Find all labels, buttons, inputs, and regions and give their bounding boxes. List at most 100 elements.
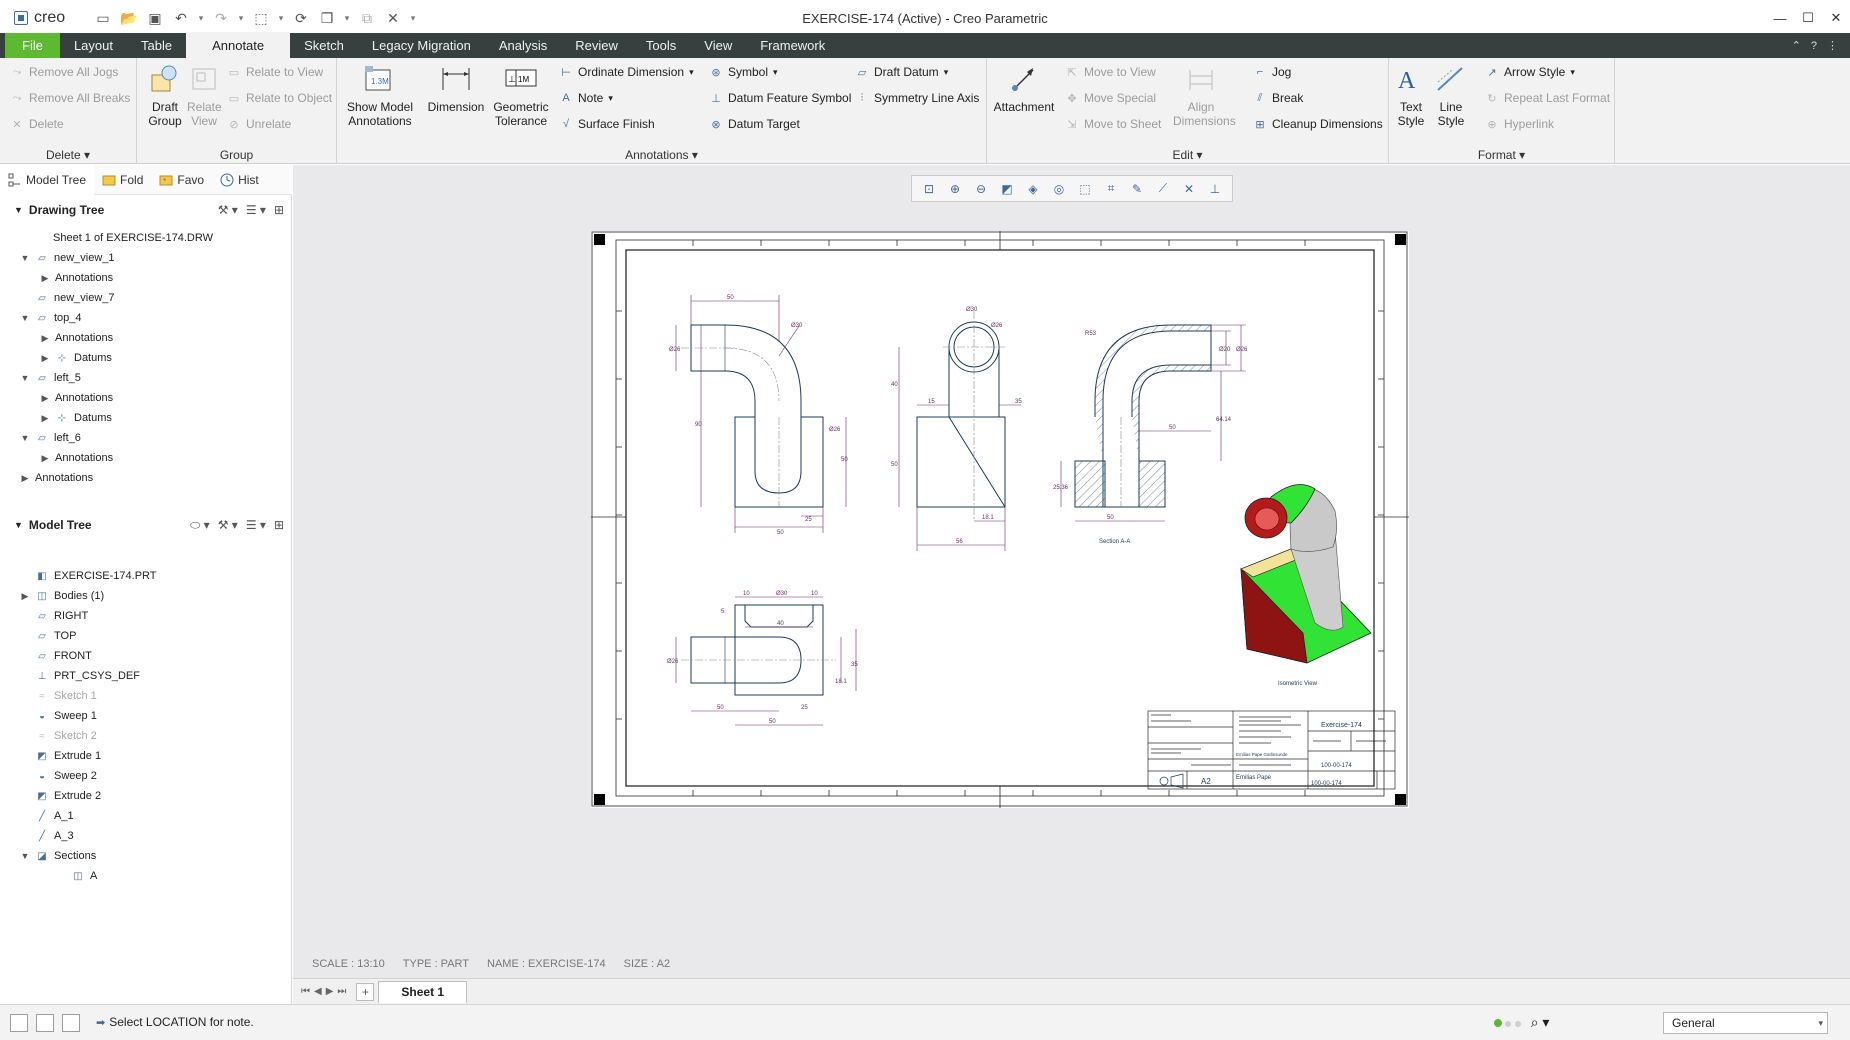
- datum-feature-symbol-button[interactable]: ⊥ Datum Feature Symbol: [709, 89, 851, 107]
- model-tree-item[interactable]: ◫ A: [56, 866, 97, 886]
- toggle-fullscreen-icon[interactable]: [62, 1014, 80, 1032]
- tab-annotate[interactable]: Annotate: [186, 32, 291, 58]
- draft-datum-button[interactable]: ▱ Draft Datum ▾: [855, 63, 948, 81]
- expand-icon[interactable]: ▶: [20, 591, 30, 602]
- help-icon[interactable]: ?: [1811, 40, 1817, 52]
- move-to-sheet-button[interactable]: ⇲ Move to Sheet: [1065, 115, 1161, 133]
- collapse-ribbon-icon[interactable]: ⌃: [1792, 39, 1801, 52]
- expand-icon[interactable]: ▶: [40, 333, 50, 344]
- toggle-browser-icon[interactable]: [36, 1014, 54, 1032]
- first-sheet-icon[interactable]: ⏮: [301, 986, 310, 997]
- model-tree-item[interactable]: ╱ A_1: [20, 806, 74, 826]
- relate-to-object-button[interactable]: ▭ Relate to Object: [227, 89, 332, 107]
- tab-favorites[interactable]: * Favo: [151, 165, 212, 195]
- surface-finish-button[interactable]: √ Surface Finish: [559, 115, 655, 133]
- model-tree-settings-icon[interactable]: ⚒ ▾: [218, 518, 238, 533]
- expand-icon[interactable]: ▶: [40, 353, 50, 364]
- drawing-tree-item[interactable]: ▶ ⊹ Datums: [40, 408, 112, 428]
- expand-icon[interactable]: ▶: [20, 473, 30, 484]
- move-special-button[interactable]: ✥ Move Special: [1065, 89, 1156, 107]
- model-tree-item[interactable]: ⊥ PRT_CSYS_DEF: [20, 666, 140, 686]
- selection-filter[interactable]: General ▾: [1663, 1012, 1828, 1034]
- arrow-style-button[interactable]: ↗ Arrow Style ▾: [1485, 63, 1575, 81]
- annotations-group-label[interactable]: Annotations ▾: [337, 148, 986, 162]
- select-dropdown-icon[interactable]: ▾: [276, 13, 286, 24]
- drawing-tree-item[interactable]: ▶ Annotations: [40, 328, 114, 348]
- undo-dropdown-icon[interactable]: ▾: [196, 13, 206, 24]
- tab-folder-browser[interactable]: Fold: [94, 165, 151, 195]
- drawing-tree-item[interactable]: ▱ new_view_7: [20, 288, 114, 308]
- unrelate-button[interactable]: ⊘ Unrelate: [227, 115, 291, 133]
- point-display-icon[interactable]: ✕: [1180, 180, 1198, 198]
- tab-sketch[interactable]: Sketch: [290, 33, 358, 58]
- tab-framework[interactable]: Framework: [746, 33, 839, 58]
- remove-all-jogs-button[interactable]: ⤳ Remove All Jogs: [10, 63, 119, 81]
- collapse-model-tree-icon[interactable]: ▼: [14, 520, 23, 530]
- model-tree-item[interactable]: ≈ Sketch 1: [20, 686, 97, 706]
- show-model-annotations-button[interactable]: 1.3M Show Model Annotations: [345, 62, 415, 128]
- maximize-icon[interactable]: ☐: [1794, 0, 1822, 36]
- break-button[interactable]: ⫽ Break: [1253, 89, 1304, 107]
- close-window-icon[interactable]: ⧉: [356, 7, 378, 29]
- attachment-button[interactable]: Attachment: [993, 62, 1055, 114]
- refit-icon[interactable]: ⊡: [920, 180, 938, 198]
- find-icon[interactable]: ⌕ ▾: [1531, 1014, 1550, 1031]
- align-dimensions-button[interactable]: Align Dimensions: [1171, 62, 1236, 128]
- save-icon[interactable]: ▣: [144, 7, 166, 29]
- collapse-icon[interactable]: ▼: [20, 851, 30, 861]
- ordinate-dimension-button[interactable]: ⊢ Ordinate Dimension ▾: [559, 63, 693, 81]
- drawing-tree-show-icon[interactable]: ☰ ▾: [246, 203, 266, 217]
- minimize-icon[interactable]: —: [1766, 0, 1794, 36]
- geometric-tolerance-button[interactable]: ⊥ 1M Geometric Tolerance: [489, 62, 553, 128]
- sheet-tab[interactable]: Sheet 1: [378, 980, 468, 1003]
- model-tree-item[interactable]: ╱ A_3: [20, 826, 74, 846]
- tab-review[interactable]: Review: [561, 33, 632, 58]
- next-sheet-icon[interactable]: ▶: [326, 986, 334, 997]
- symbol-button[interactable]: ⊛ Symbol ▾: [709, 63, 777, 81]
- collapse-icon[interactable]: ▼: [20, 253, 30, 263]
- model-tree-item[interactable]: ≈ Sketch 2: [20, 726, 97, 746]
- text-style-button[interactable]: A Text Style: [1389, 62, 1433, 128]
- close-icon[interactable]: ✕: [1822, 0, 1850, 36]
- expand-icon[interactable]: ▶: [40, 413, 50, 424]
- model-tree-item[interactable]: ▱ RIGHT: [20, 606, 88, 626]
- display-style-icon[interactable]: ◈: [1024, 180, 1042, 198]
- collapse-icon[interactable]: ▼: [20, 433, 30, 443]
- toggle-navigator-icon[interactable]: [10, 1014, 28, 1032]
- model-tree-layers-icon[interactable]: ⬭ ▾: [190, 518, 210, 533]
- expand-icon[interactable]: ▶: [40, 393, 50, 404]
- add-sheet-button[interactable]: +: [356, 982, 375, 1001]
- dimension-button[interactable]: Dimension: [425, 62, 487, 114]
- expand-icon[interactable]: ▶: [40, 453, 50, 464]
- remove-all-breaks-button[interactable]: ⤳ Remove All Breaks: [10, 89, 131, 107]
- cleanup-dimensions-button[interactable]: ⊞ Cleanup Dimensions: [1253, 115, 1382, 133]
- drawing-tree-item[interactable]: ▼ ▱ left_6: [20, 428, 81, 448]
- windows-dropdown-icon[interactable]: ▾: [342, 13, 352, 24]
- tab-history[interactable]: Hist: [212, 165, 267, 195]
- drawing-tree-item[interactable]: ▼ ▱ top_4: [20, 308, 82, 328]
- drawing-tree-item[interactable]: ▼ ▱ left_5: [20, 368, 81, 388]
- drawing-tree-filter-icon[interactable]: ⊞: [274, 203, 284, 217]
- model-tree-filter-icon[interactable]: ⊞: [274, 518, 284, 533]
- windows-icon[interactable]: ❐: [316, 7, 338, 29]
- repaint-icon[interactable]: ◩: [998, 180, 1016, 198]
- regeneration-status-icon[interactable]: [1494, 1016, 1521, 1030]
- drawing-tree-item[interactable]: ▶ ⊹ Datums: [40, 348, 112, 368]
- view-manager-icon[interactable]: ◎: [1050, 180, 1068, 198]
- redo-icon[interactable]: ↷: [210, 7, 232, 29]
- customize-dropdown-icon[interactable]: ▾: [408, 13, 418, 24]
- model-tree-show-icon[interactable]: ☰ ▾: [246, 518, 266, 533]
- tab-analysis[interactable]: Analysis: [485, 33, 561, 58]
- ribbon-options-icon[interactable]: ⋮: [1827, 39, 1838, 52]
- expand-icon[interactable]: ▶: [40, 273, 50, 284]
- collapse-icon[interactable]: ▼: [20, 313, 30, 323]
- datum-display-icon[interactable]: ⌗: [1102, 180, 1120, 198]
- graphics-area[interactable]: ⊡ ⊕ ⊖ ◩ ◈ ◎ ⬚ ⌗ ✎ ⟋ ✕ ⊥ 50 Ø30 Ø26 90 Ø2…: [293, 165, 1850, 978]
- redo-dropdown-icon[interactable]: ▾: [236, 13, 246, 24]
- model-tree-item[interactable]: ◩ Extrude 1: [20, 746, 101, 766]
- drawing-tree-item[interactable]: ▶ Annotations: [40, 388, 114, 408]
- regenerate-icon[interactable]: ⟳: [290, 7, 312, 29]
- hyperlink-button[interactable]: ⊕ Hyperlink: [1485, 115, 1554, 133]
- jog-button[interactable]: ⌐ Jog: [1253, 63, 1292, 81]
- undo-icon[interactable]: ↶: [170, 7, 192, 29]
